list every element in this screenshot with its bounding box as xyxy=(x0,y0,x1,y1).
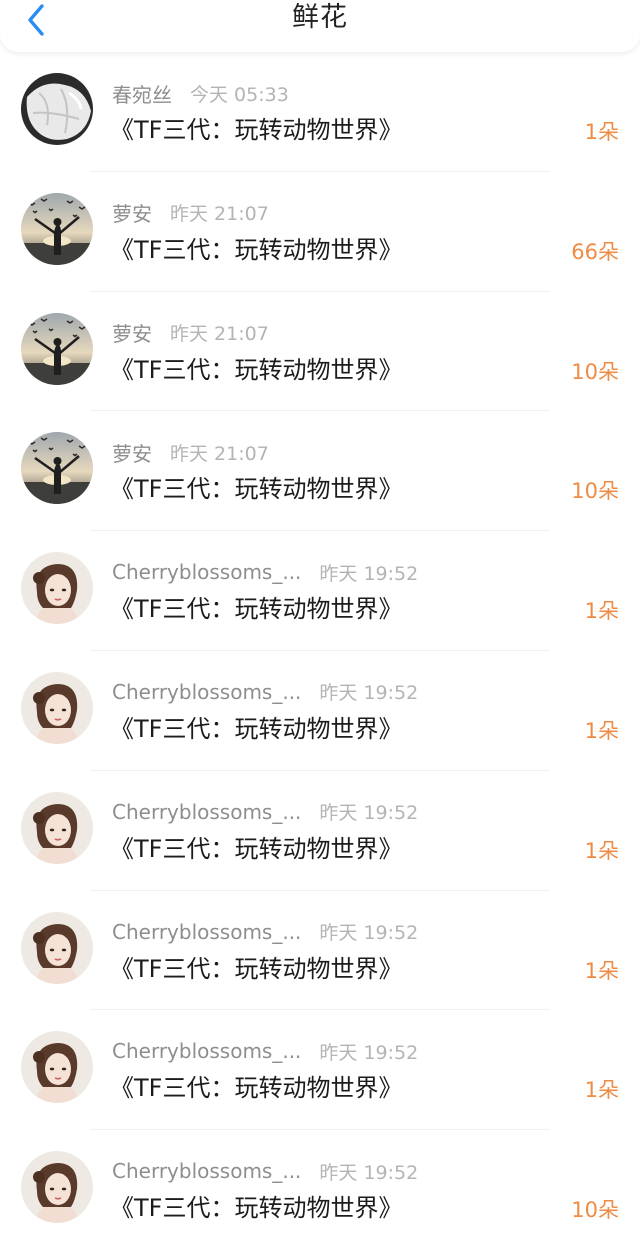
avatar[interactable] xyxy=(21,73,93,145)
avatar[interactable] xyxy=(21,192,93,265)
work-title[interactable]: 《TF三代：玩转动物世界》 xyxy=(110,350,402,385)
work-title[interactable]: 《TF三代：玩转动物世界》 xyxy=(110,949,402,984)
work-title[interactable]: 《TF三代：玩转动物世界》 xyxy=(110,230,402,265)
timestamp: 昨天 21:07 xyxy=(170,203,269,226)
item-meta: Cherryblossoms_... 昨天 19:52 xyxy=(112,559,418,585)
item-meta: 萝安 昨天 21:07 xyxy=(112,438,269,467)
item-meta: Cherryblossoms_... 昨天 19:52 xyxy=(112,799,418,825)
avatar[interactable] xyxy=(21,1031,93,1104)
username[interactable]: Cherryblossoms_... xyxy=(112,1039,301,1063)
list-item[interactable]: Cherryblossoms_... 昨天 19:52 《TF三代：玩转动物世界… xyxy=(0,771,640,891)
list-item[interactable]: Cherryblossoms_... 昨天 19:52 《TF三代：玩转动物世界… xyxy=(0,651,640,771)
list-item[interactable]: 萝安 昨天 21:07 《TF三代：玩转动物世界》 10朵 xyxy=(0,411,640,532)
item-meta: Cherryblossoms_... 昨天 19:52 xyxy=(112,679,418,705)
avatar[interactable] xyxy=(21,552,93,625)
flower-count: 10朵 xyxy=(571,359,619,384)
timestamp: 昨天 19:52 xyxy=(319,1161,419,1184)
timestamp: 昨天 19:52 xyxy=(319,1041,419,1064)
timestamp: 昨天 19:52 xyxy=(319,562,419,585)
item-meta: 萝安 昨天 21:07 xyxy=(112,320,269,346)
flowers-page: 鲜花 春宛丝 今天 05:33 《TF三代：玩转动物世界》 1朵 萝安 昨天 2… xyxy=(0,0,640,1249)
flower-count: 1朵 xyxy=(584,718,619,743)
avatar[interactable] xyxy=(21,791,93,864)
username[interactable]: Cherryblossoms_... xyxy=(112,1159,301,1183)
list-item[interactable]: 春宛丝 今天 05:33 《TF三代：玩转动物世界》 1朵 xyxy=(0,52,640,172)
username[interactable]: 萝安 xyxy=(112,318,152,347)
avatar[interactable] xyxy=(21,1151,93,1224)
item-meta: Cherryblossoms_... 昨天 19:52 xyxy=(112,1158,418,1184)
avatar[interactable] xyxy=(21,312,93,385)
flower-count: 1朵 xyxy=(584,838,619,863)
username[interactable]: 萝安 xyxy=(112,438,152,467)
timestamp: 今天 05:33 xyxy=(190,83,289,106)
work-title[interactable]: 《TF三代：玩转动物世界》 xyxy=(110,1068,402,1103)
timestamp: 昨天 19:52 xyxy=(319,802,419,825)
username[interactable]: Cherryblossoms_... xyxy=(112,920,301,944)
username[interactable]: Cherryblossoms_... xyxy=(112,800,301,824)
timestamp: 昨天 19:52 xyxy=(319,922,419,945)
list-item[interactable]: 萝安 昨天 21:07 《TF三代：玩转动物世界》 66朵 xyxy=(0,172,640,292)
work-title[interactable]: 《TF三代：玩转动物世界》 xyxy=(110,1188,402,1223)
work-title[interactable]: 《TF三代：玩转动物世界》 xyxy=(110,469,402,504)
avatar[interactable] xyxy=(21,671,93,744)
list-item[interactable]: Cherryblossoms_... 昨天 19:52 《TF三代：玩转动物世界… xyxy=(0,1130,640,1249)
timestamp: 昨天 19:52 xyxy=(319,682,419,705)
item-meta: 春宛丝 今天 05:33 xyxy=(112,79,289,108)
list-item[interactable]: Cherryblossoms_... 昨天 19:52 《TF三代：玩转动物世界… xyxy=(0,531,640,651)
item-meta: Cherryblossoms_... 昨天 19:52 xyxy=(112,919,418,945)
flower-count: 1朵 xyxy=(584,1078,619,1103)
timestamp: 昨天 21:07 xyxy=(170,323,269,346)
avatar[interactable] xyxy=(21,911,93,984)
flower-count: 1朵 xyxy=(584,958,619,983)
header-bar: 鲜花 xyxy=(0,0,640,52)
avatar[interactable] xyxy=(21,432,93,505)
item-meta: Cherryblossoms_... 昨天 19:52 xyxy=(112,1038,418,1064)
flower-gift-list: 春宛丝 今天 05:33 《TF三代：玩转动物世界》 1朵 萝安 昨天 21:0… xyxy=(0,52,640,1249)
work-title[interactable]: 《TF三代：玩转动物世界》 xyxy=(110,589,402,624)
work-title[interactable]: 《TF三代：玩转动物世界》 xyxy=(110,709,402,744)
flower-count: 10朵 xyxy=(571,1198,619,1223)
username[interactable]: Cherryblossoms_... xyxy=(112,560,301,584)
flower-count: 1朵 xyxy=(584,599,619,624)
flower-count: 66朵 xyxy=(571,239,619,264)
username[interactable]: 萝安 xyxy=(112,198,152,227)
flower-count: 10朵 xyxy=(571,479,619,504)
flower-count: 1朵 xyxy=(584,120,619,144)
list-item[interactable]: Cherryblossoms_... 昨天 19:52 《TF三代：玩转动物世界… xyxy=(0,1010,640,1131)
username[interactable]: 春宛丝 xyxy=(112,79,172,108)
username[interactable]: Cherryblossoms_... xyxy=(112,680,301,704)
list-item[interactable]: 萝安 昨天 21:07 《TF三代：玩转动物世界》 10朵 xyxy=(0,292,640,412)
list-item[interactable]: Cherryblossoms_... 昨天 19:52 《TF三代：玩转动物世界… xyxy=(0,891,640,1011)
work-title[interactable]: 《TF三代：玩转动物世界》 xyxy=(110,829,402,864)
page-title: 鲜花 xyxy=(292,2,348,33)
item-meta: 萝安 昨天 21:07 xyxy=(112,200,269,226)
work-title[interactable]: 《TF三代：玩转动物世界》 xyxy=(110,110,402,145)
timestamp: 昨天 21:07 xyxy=(170,442,269,465)
